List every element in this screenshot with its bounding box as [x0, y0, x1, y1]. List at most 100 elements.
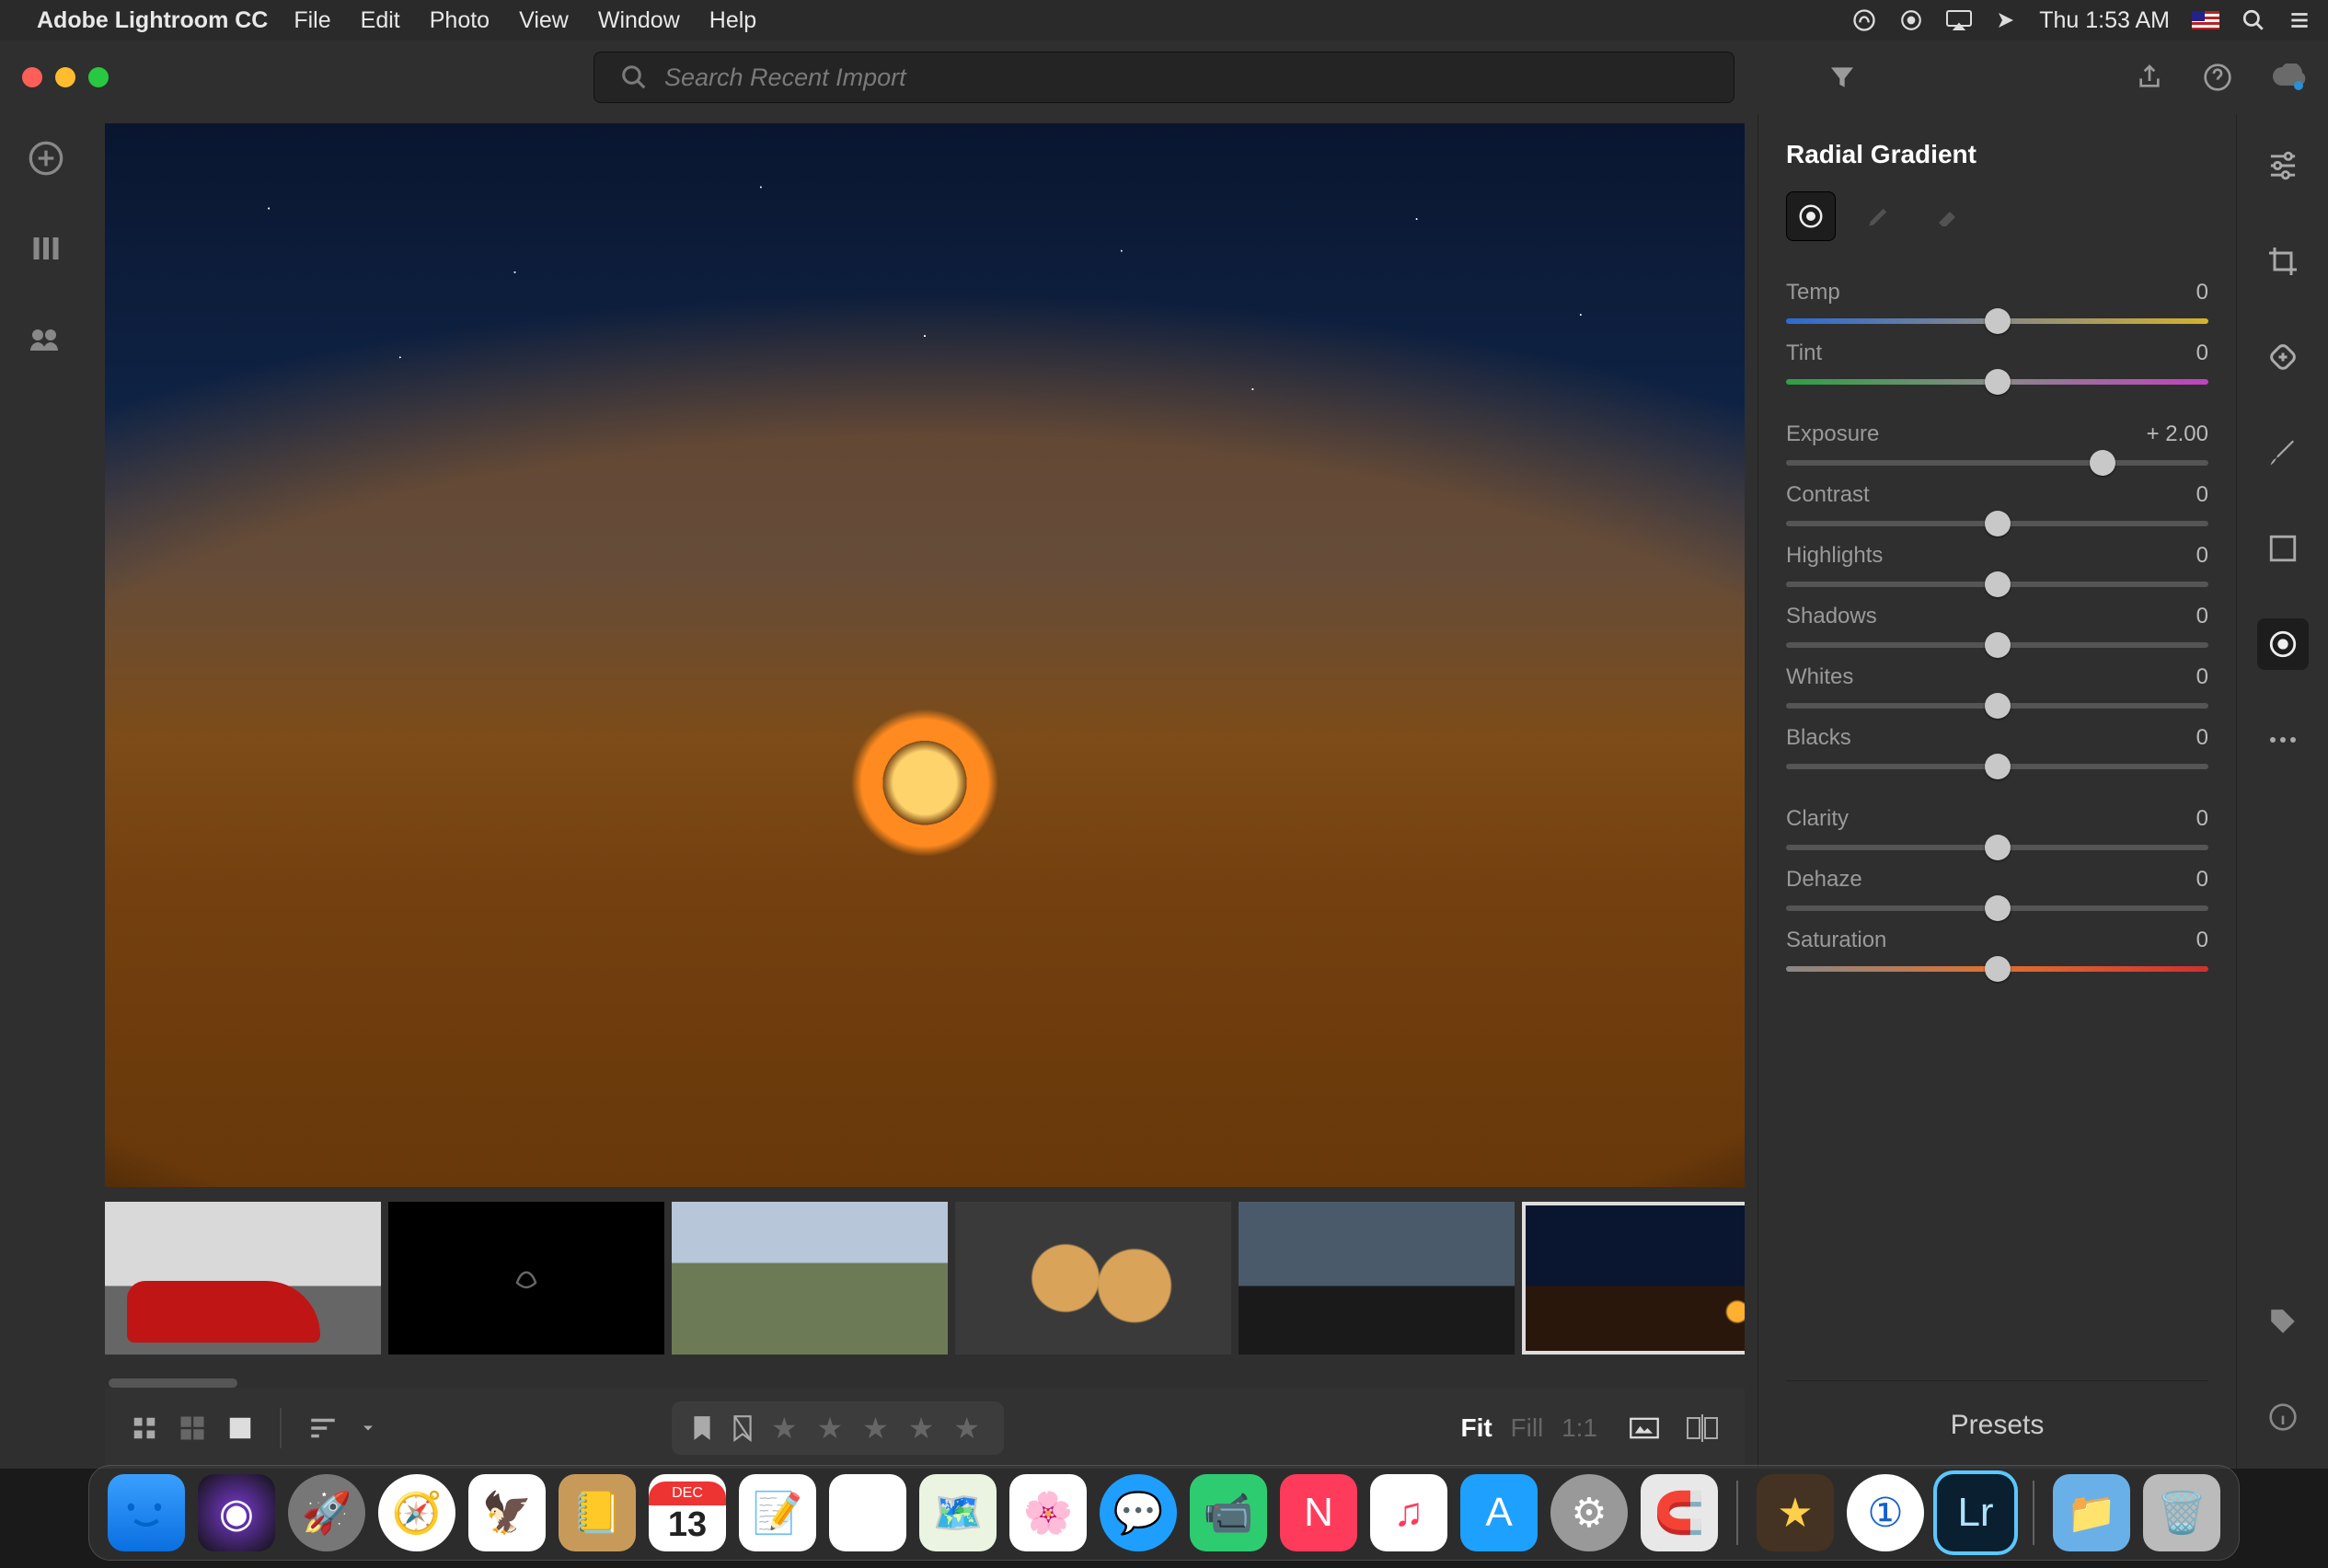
- slider-knob[interactable]: [1985, 369, 2011, 395]
- zoom-fill[interactable]: Fill: [1511, 1413, 1544, 1442]
- dock-itunes-icon[interactable]: ♫: [1370, 1474, 1447, 1551]
- add-photos-button[interactable]: [28, 140, 64, 177]
- slider-highlights[interactable]: Highlights0: [1786, 543, 2208, 587]
- zoom-fit[interactable]: Fit: [1461, 1413, 1492, 1442]
- thumbnail[interactable]: [105, 1202, 381, 1355]
- slider-tint[interactable]: Tint0: [1786, 340, 2208, 385]
- fullscreen-window-button[interactable]: [88, 67, 109, 87]
- dock-siri-icon[interactable]: ◉: [198, 1474, 275, 1551]
- sort-dropdown-icon[interactable]: [359, 1419, 377, 1437]
- slider-saturation[interactable]: Saturation0: [1786, 928, 2208, 972]
- thumbnail[interactable]: [1239, 1202, 1515, 1355]
- compare-view-icon[interactable]: [1686, 1414, 1719, 1442]
- slider-track[interactable]: [1786, 521, 2208, 526]
- keywords-tag-icon[interactable]: [2257, 1296, 2309, 1347]
- slider-track[interactable]: [1786, 845, 2208, 850]
- slider-knob[interactable]: [1985, 956, 2011, 982]
- slider-shadows[interactable]: Shadows0: [1786, 604, 2208, 648]
- thumbnail[interactable]: [388, 1202, 664, 1355]
- dock-mail-icon[interactable]: 🦅: [468, 1474, 546, 1551]
- menu-file[interactable]: File: [294, 7, 330, 34]
- edit-sliders-icon[interactable]: [2257, 140, 2309, 191]
- help-icon[interactable]: [2203, 63, 2232, 92]
- slider-knob[interactable]: [1985, 511, 2011, 536]
- slider-knob[interactable]: [1985, 308, 2011, 334]
- slider-knob[interactable]: [1985, 693, 2011, 719]
- grid-view-large-icon[interactable]: [179, 1414, 206, 1442]
- dock-contacts-icon[interactable]: 📒: [559, 1474, 636, 1551]
- dock-photos-icon[interactable]: 🌸: [1009, 1474, 1087, 1551]
- close-window-button[interactable]: [22, 67, 42, 87]
- sort-icon[interactable]: [307, 1416, 339, 1440]
- sharing-icon[interactable]: [28, 320, 64, 357]
- slider-knob[interactable]: [1985, 835, 2011, 860]
- my-photos-icon[interactable]: [28, 230, 64, 267]
- menu-help[interactable]: Help: [709, 7, 756, 34]
- slider-knob[interactable]: [1985, 754, 2011, 779]
- dock-launchpad-icon[interactable]: 🚀: [288, 1474, 365, 1551]
- slider-dehaze[interactable]: Dehaze0: [1786, 867, 2208, 911]
- flag-reject-icon[interactable]: [731, 1414, 755, 1442]
- dock-notes-icon[interactable]: 📝: [739, 1474, 816, 1551]
- slider-whites[interactable]: Whites0: [1786, 664, 2208, 709]
- show-original-icon[interactable]: [1629, 1416, 1660, 1440]
- search-input[interactable]: Search Recent Import: [594, 52, 1734, 103]
- slider-knob[interactable]: [1985, 571, 2011, 597]
- dock-reminders-icon[interactable]: ☑︎: [829, 1474, 906, 1551]
- grid-view-small-icon[interactable]: [131, 1414, 158, 1442]
- dock-1password-icon[interactable]: ①: [1847, 1474, 1924, 1551]
- filmstrip-scrollbar[interactable]: [109, 1378, 237, 1388]
- notification-center-icon[interactable]: [2288, 8, 2311, 32]
- dock-app-icon[interactable]: 🧲: [1641, 1474, 1718, 1551]
- menubar-extra-icon[interactable]: [1995, 9, 2017, 31]
- brush-tool-icon[interactable]: [2257, 427, 2309, 478]
- flag-pick-icon[interactable]: [690, 1414, 714, 1442]
- dock-lightroom-icon[interactable]: Lr: [1937, 1474, 2014, 1551]
- filter-icon[interactable]: [1827, 63, 1857, 92]
- thumbnail[interactable]: [672, 1202, 948, 1355]
- slider-knob[interactable]: [2090, 450, 2115, 476]
- dock-facetime-icon[interactable]: 📹: [1190, 1474, 1267, 1551]
- dock-appstore-icon[interactable]: A: [1460, 1474, 1538, 1551]
- menu-edit[interactable]: Edit: [361, 7, 400, 34]
- dock-messages-icon[interactable]: 💬: [1100, 1474, 1177, 1551]
- slider-clarity[interactable]: Clarity0: [1786, 806, 2208, 850]
- dock-finder-icon[interactable]: [108, 1474, 185, 1551]
- info-icon[interactable]: [2257, 1391, 2309, 1443]
- radial-mask-tool[interactable]: [1786, 191, 1836, 241]
- brush-add-tool[interactable]: [1854, 191, 1904, 241]
- menubar-clock[interactable]: Thu 1:53 AM: [2039, 7, 2170, 34]
- healing-tool-icon[interactable]: [2257, 331, 2309, 383]
- slider-track[interactable]: [1786, 966, 2208, 972]
- dock-news-icon[interactable]: N: [1280, 1474, 1357, 1551]
- dock-trash-icon[interactable]: 🗑️: [2143, 1474, 2220, 1551]
- slider-contrast[interactable]: Contrast0: [1786, 482, 2208, 526]
- app-name[interactable]: Adobe Lightroom CC: [37, 7, 268, 34]
- dock-downloads-icon[interactable]: 📁: [2053, 1474, 2130, 1551]
- slider-track[interactable]: [1786, 703, 2208, 709]
- menu-photo[interactable]: Photo: [430, 7, 490, 34]
- slider-temp[interactable]: Temp0: [1786, 280, 2208, 324]
- thumbnail[interactable]: [955, 1202, 1231, 1355]
- slider-exposure[interactable]: Exposure+ 2.00: [1786, 421, 2208, 466]
- slider-track[interactable]: [1786, 582, 2208, 587]
- input-source-flag-icon[interactable]: [2192, 11, 2219, 29]
- dock-imovie-icon[interactable]: ★: [1757, 1474, 1834, 1551]
- brush-erase-tool[interactable]: [1922, 191, 1972, 241]
- minimize-window-button[interactable]: [55, 67, 75, 87]
- crop-tool-icon[interactable]: [2257, 236, 2309, 287]
- slider-blacks[interactable]: Blacks0: [1786, 725, 2208, 769]
- airplay-icon[interactable]: [1945, 9, 1973, 31]
- slider-knob[interactable]: [1985, 895, 2011, 921]
- slider-track[interactable]: [1786, 764, 2208, 769]
- thumbnail-selected[interactable]: [1522, 1202, 1745, 1355]
- creative-cloud-icon[interactable]: [1851, 7, 1877, 33]
- cloud-sync-icon[interactable]: [2271, 63, 2306, 91]
- status-icon[interactable]: [1899, 8, 1923, 32]
- slider-track[interactable]: [1786, 318, 2208, 324]
- slider-knob[interactable]: [1985, 632, 2011, 658]
- dock-safari-icon[interactable]: 🧭: [378, 1474, 455, 1551]
- linear-gradient-tool-icon[interactable]: [2257, 523, 2309, 574]
- star-rating[interactable]: ★ ★ ★ ★ ★: [771, 1411, 985, 1446]
- radial-gradient-tool-icon[interactable]: [2257, 618, 2309, 670]
